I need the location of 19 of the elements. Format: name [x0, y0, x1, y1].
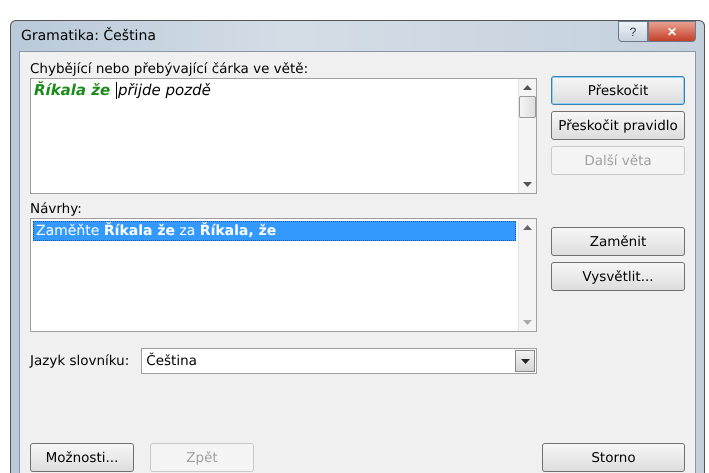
language-label: Jazyk slovníku:	[30, 353, 130, 369]
error-text: Říkala že	[34, 81, 110, 99]
scrollbar[interactable]	[518, 219, 536, 331]
scrollbar[interactable]	[518, 79, 536, 193]
scroll-thumb[interactable]	[519, 96, 536, 118]
sentence-box[interactable]: Říkala že přijde pozdě	[30, 78, 537, 194]
error-label: Chybějící nebo přebývající čárka ve větě:	[30, 60, 310, 78]
help-button[interactable]: ?	[618, 21, 648, 42]
sentence-text: přijde pozdě	[118, 81, 211, 99]
dialog-button[interactable]: Přeskočit	[551, 76, 685, 105]
suggestions-label: Návrhy:	[30, 200, 83, 218]
dialog-button[interactable]: Možnosti...	[30, 443, 134, 472]
dialog-button[interactable]: Storno	[542, 443, 685, 472]
text-cursor	[116, 82, 117, 100]
dialog-button[interactable]: Vysvětlit...	[551, 262, 685, 291]
language-dropdown[interactable]: Čeština	[141, 348, 537, 374]
dialog-button[interactable]: Přeskočit pravidlo	[551, 111, 685, 140]
window-title: Gramatika: Čeština	[20, 28, 156, 44]
dialog-button[interactable]: Zaměnit	[551, 227, 685, 256]
